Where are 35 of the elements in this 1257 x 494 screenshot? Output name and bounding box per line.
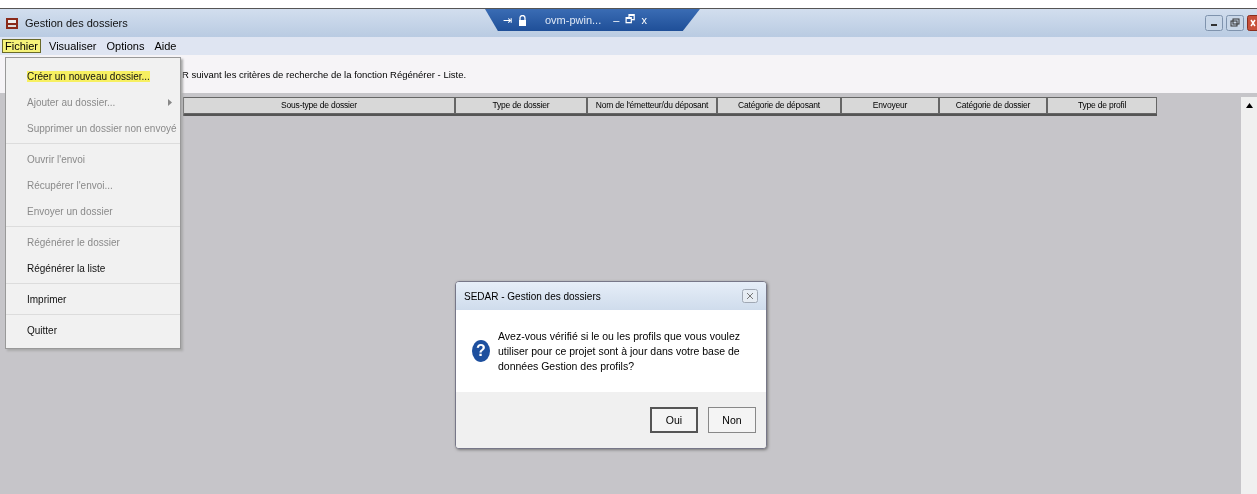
restore-button[interactable]: 🗗 — [625, 10, 636, 30]
pin-button[interactable]: ⇥ — [503, 13, 512, 27]
window-title: Gestion des dossiers — [25, 17, 128, 29]
column-header[interactable]: Nom de l'émetteur/du déposant — [587, 97, 717, 114]
column-header[interactable]: Envoyeur — [841, 97, 939, 114]
column-header[interactable]: Catégorie de dossier — [939, 97, 1047, 114]
column-header[interactable]: Sous-type de dossier — [183, 97, 455, 114]
column-header[interactable]: Type de dossier — [455, 97, 587, 114]
info-text: R suivant les critères de recherche de la fonction Régénérer - Liste. — [182, 68, 467, 80]
menu-item[interactable]: Options — [104, 40, 147, 52]
restore-button[interactable] — [1226, 15, 1244, 31]
session-title: ovm-pwin... — [545, 14, 602, 26]
close-button[interactable] — [742, 289, 758, 303]
minimize-button[interactable] — [1205, 15, 1223, 31]
menu-item[interactable]: Régénérer la liste — [6, 255, 180, 281]
dialog-message: Avez-vous vérifié si le ou les profils que vous voulez utiliser pour ce projet sont à jour dans votre base de données Gestion des profils? — [498, 328, 741, 374]
close-button[interactable] — [1247, 15, 1257, 31]
dialog-title: SEDAR - Gestion des dossiers — [464, 290, 601, 302]
menu-item[interactable]: Quitter — [6, 317, 180, 343]
app-icon — [5, 16, 19, 30]
scroll-up-icon[interactable] — [1245, 103, 1253, 108]
menu-item[interactable]: Créer un nouveau dossier... — [6, 63, 180, 89]
minimize-button[interactable]: – — [613, 14, 620, 26]
menu-item[interactable]: Visualiser — [47, 40, 99, 52]
dialog-button[interactable]: Non — [708, 407, 756, 433]
scrollbar[interactable] — [1241, 97, 1257, 494]
column-header[interactable]: Type de profil — [1047, 97, 1157, 114]
column-header[interactable]: Catégorie de déposant — [717, 97, 841, 114]
dialog-button[interactable]: Oui — [650, 407, 698, 433]
close-button[interactable]: x — [641, 14, 647, 26]
menu-item[interactable]: Aide — [152, 40, 179, 52]
menu-item[interactable]: Imprimer — [6, 286, 180, 312]
question-icon: ? — [472, 340, 490, 362]
lock-icon — [518, 14, 527, 26]
menu-item[interactable]: Fichier — [2, 39, 41, 53]
